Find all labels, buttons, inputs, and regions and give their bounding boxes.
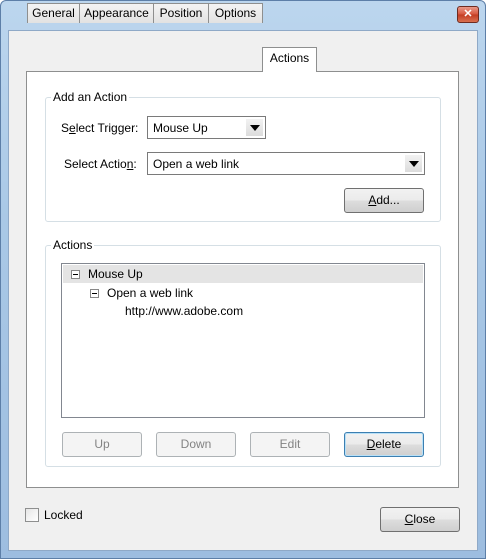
- tree-node-trigger[interactable]: Mouse Up: [63, 265, 423, 283]
- close-icon: ✕: [463, 8, 473, 20]
- tree-node-action-label: Open a web link: [107, 286, 194, 300]
- select-trigger-label: Select Trigger:: [61, 121, 139, 135]
- actions-group-label: Actions: [51, 238, 95, 252]
- up-button[interactable]: Up: [62, 432, 142, 457]
- locked-label[interactable]: Locked: [44, 508, 83, 522]
- tab-actions[interactable]: Actions: [262, 47, 317, 72]
- tab-general[interactable]: General: [27, 3, 80, 23]
- collapse-icon[interactable]: [90, 289, 99, 298]
- select-action-label: Select Action:: [64, 157, 137, 171]
- collapse-icon[interactable]: [71, 270, 80, 279]
- edit-button[interactable]: Edit: [250, 432, 330, 457]
- down-button[interactable]: Down: [156, 432, 236, 457]
- select-trigger-dropdown[interactable]: Mouse Up: [147, 116, 266, 139]
- window-close-button[interactable]: ✕: [457, 6, 479, 23]
- close-button[interactable]: Close: [380, 507, 460, 532]
- tree-node-trigger-label: Mouse Up: [88, 267, 143, 281]
- select-trigger-value: Mouse Up: [153, 121, 208, 135]
- tab-appearance[interactable]: Appearance: [79, 3, 154, 23]
- actions-tree[interactable]: Mouse Up Open a web link http://www.adob…: [61, 263, 425, 418]
- select-action-dropdown[interactable]: Open a web link: [147, 152, 425, 175]
- tab-position[interactable]: Position: [153, 3, 209, 23]
- tree-node-url[interactable]: http://www.adobe.com: [125, 302, 243, 320]
- chevron-down-icon[interactable]: [246, 119, 263, 136]
- tree-node-action[interactable]: Open a web link: [63, 284, 423, 302]
- add-button[interactable]: Add...: [344, 188, 424, 213]
- select-action-value: Open a web link: [153, 157, 240, 171]
- locked-checkbox[interactable]: [25, 508, 39, 522]
- delete-button[interactable]: Delete: [344, 432, 424, 457]
- add-action-group-label: Add an Action: [51, 90, 130, 104]
- tab-options[interactable]: Options: [208, 3, 263, 23]
- chevron-down-icon[interactable]: [405, 155, 422, 172]
